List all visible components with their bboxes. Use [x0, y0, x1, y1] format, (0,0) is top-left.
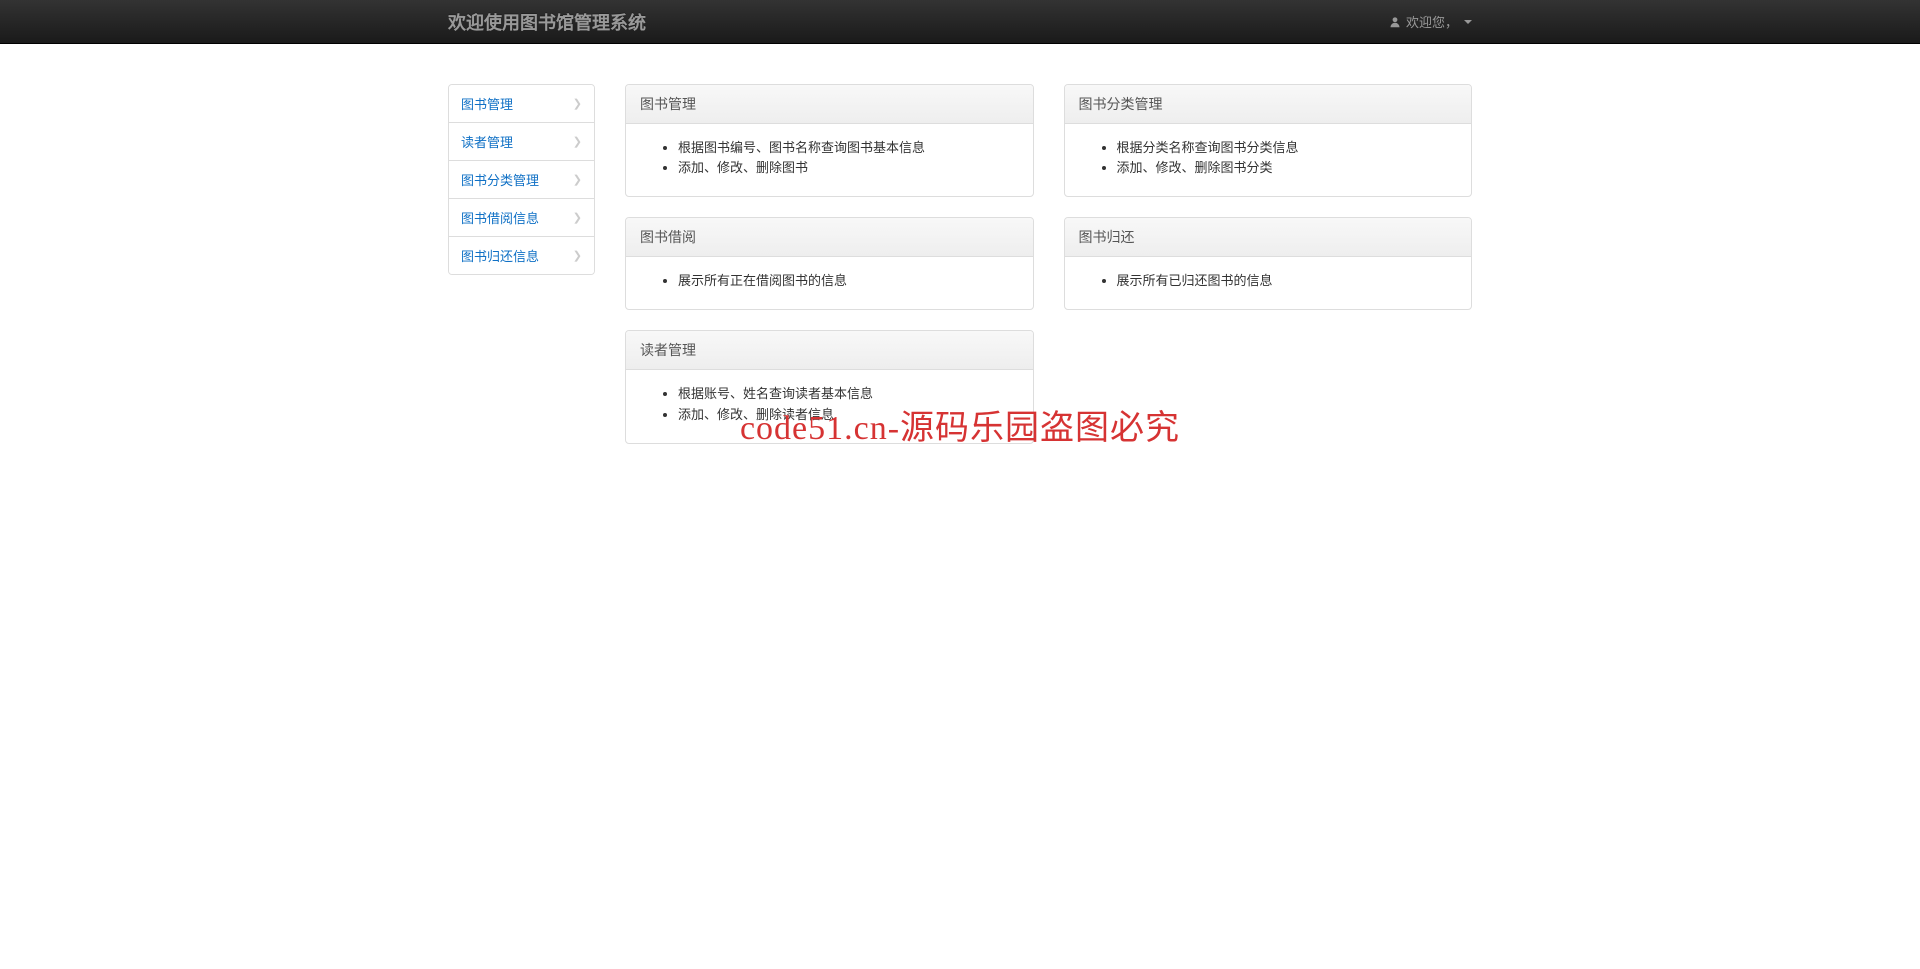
list-item: 展示所有正在借阅图书的信息 [678, 271, 1019, 291]
sidebar-item-book-mgmt[interactable]: 图书管理 ❯ [449, 85, 594, 123]
main-content: 图书管理 根据图书编号、图书名称查询图书基本信息 添加、修改、删除图书 图书分类… [625, 84, 1472, 444]
user-menu[interactable]: 欢迎您， [1389, 12, 1472, 31]
chevron-right-icon: ❯ [573, 97, 582, 110]
sidebar-item-borrow-info[interactable]: 图书借阅信息 ❯ [449, 199, 594, 237]
list-item: 根据账号、姓名查询读者基本信息 [678, 384, 1019, 404]
list-item: 根据图书编号、图书名称查询图书基本信息 [678, 138, 1019, 158]
sidebar-item-label: 图书分类管理 [461, 170, 539, 189]
list-item: 添加、修改、删除图书分类 [1117, 158, 1458, 178]
sidebar-item-label: 图书归还信息 [461, 246, 539, 265]
sidebar-item-return-info[interactable]: 图书归还信息 ❯ [449, 237, 594, 274]
sidebar-item-label: 读者管理 [461, 132, 513, 151]
sidebar-item-label: 图书借阅信息 [461, 208, 539, 227]
list-item: 添加、修改、删除图书 [678, 158, 1019, 178]
app-title: 欢迎使用图书馆管理系统 [448, 9, 646, 35]
panel-reader-mgmt: 读者管理 根据账号、姓名查询读者基本信息 添加、修改、删除读者信息 [625, 330, 1034, 443]
caret-down-icon [1464, 20, 1472, 24]
chevron-right-icon: ❯ [573, 249, 582, 262]
list-item: 根据分类名称查询图书分类信息 [1117, 138, 1458, 158]
chevron-right-icon: ❯ [573, 211, 582, 224]
panel-title: 图书管理 [626, 85, 1033, 124]
panel-title: 图书借阅 [626, 218, 1033, 257]
user-icon [1389, 16, 1401, 28]
sidebar-item-label: 图书管理 [461, 94, 513, 113]
list-item: 展示所有已归还图书的信息 [1117, 271, 1458, 291]
sidebar: 图书管理 ❯ 读者管理 ❯ 图书分类管理 ❯ 图书借阅信息 ❯ 图书归还信息 ❯ [448, 84, 595, 444]
panel-category-mgmt: 图书分类管理 根据分类名称查询图书分类信息 添加、修改、删除图书分类 [1064, 84, 1473, 197]
chevron-right-icon: ❯ [573, 135, 582, 148]
panel-borrow: 图书借阅 展示所有正在借阅图书的信息 [625, 217, 1034, 310]
list-item: 添加、修改、删除读者信息 [678, 405, 1019, 425]
sidebar-item-reader-mgmt[interactable]: 读者管理 ❯ [449, 123, 594, 161]
panel-book-mgmt: 图书管理 根据图书编号、图书名称查询图书基本信息 添加、修改、删除图书 [625, 84, 1034, 197]
navbar: 欢迎使用图书馆管理系统 欢迎您， [0, 0, 1920, 44]
panel-title: 图书分类管理 [1065, 85, 1472, 124]
user-label: 欢迎您， [1406, 12, 1458, 31]
chevron-right-icon: ❯ [573, 173, 582, 186]
panel-return: 图书归还 展示所有已归还图书的信息 [1064, 217, 1473, 310]
panel-title: 读者管理 [626, 331, 1033, 370]
panel-title: 图书归还 [1065, 218, 1472, 257]
sidebar-item-category-mgmt[interactable]: 图书分类管理 ❯ [449, 161, 594, 199]
